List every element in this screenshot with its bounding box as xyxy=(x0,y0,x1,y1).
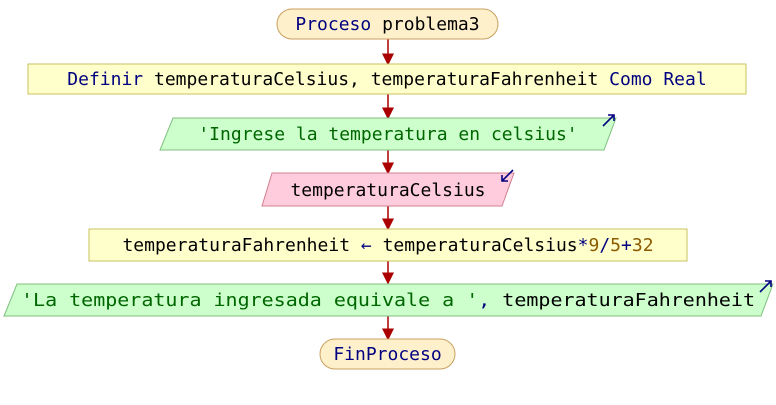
assign-op-3: + xyxy=(621,235,632,256)
assign-op-1: * xyxy=(578,235,589,256)
define-node[interactable]: Definir temperaturaCelsius, temperaturaF… xyxy=(27,63,747,95)
define-keyword: Definir xyxy=(67,69,143,90)
input-var: temperaturaCelsius xyxy=(290,180,485,201)
assign-op-2: / xyxy=(599,235,610,256)
flowchart-canvas: Proceso problema3 Definir temperaturaCel… xyxy=(3,8,774,370)
output-var-2: temperaturaFahrenheit xyxy=(502,290,755,311)
define-label: Definir temperaturaCelsius, temperaturaF… xyxy=(67,69,706,90)
process-name: problema3 xyxy=(382,14,480,35)
assignment-label: temperaturaFahrenheit ← temperaturaCelsi… xyxy=(122,235,653,256)
assign-num-2: 5 xyxy=(610,235,621,256)
input-node[interactable]: temperaturaCelsius xyxy=(261,169,515,207)
define-vars: temperaturaCelsius, temperaturaFahrenhei… xyxy=(154,69,598,90)
output-text-1: 'Ingrese la temperatura en celsius' xyxy=(198,124,577,145)
define-type: Como Real xyxy=(609,69,707,90)
end-label: FinProceso xyxy=(333,344,441,365)
start-node[interactable]: Proceso problema3 xyxy=(276,8,499,40)
output-text-2: 'La temperatura ingresada equivale a ' xyxy=(21,290,478,311)
output-node-1[interactable]: 'Ingrese la temperatura en celsius' xyxy=(159,114,617,151)
assign-target: temperaturaFahrenheit xyxy=(122,235,350,256)
output-label-2: 'La temperatura ingresada equivale a ', … xyxy=(21,290,755,311)
assignment-node[interactable]: temperaturaFahrenheit ← temperaturaCelsi… xyxy=(88,228,688,262)
start-keyword: Proceso xyxy=(295,14,371,35)
assign-num-1: 9 xyxy=(588,235,599,256)
output-node-2[interactable]: 'La temperatura ingresada equivale a ', … xyxy=(3,280,774,317)
assign-operand: temperaturaCelsius xyxy=(383,235,578,256)
end-node[interactable]: FinProceso xyxy=(319,338,456,370)
assign-num-3: 32 xyxy=(632,235,654,256)
assign-arrow: ← xyxy=(361,235,372,256)
start-label: Proceso problema3 xyxy=(295,14,479,35)
output-separator: , xyxy=(478,290,490,311)
